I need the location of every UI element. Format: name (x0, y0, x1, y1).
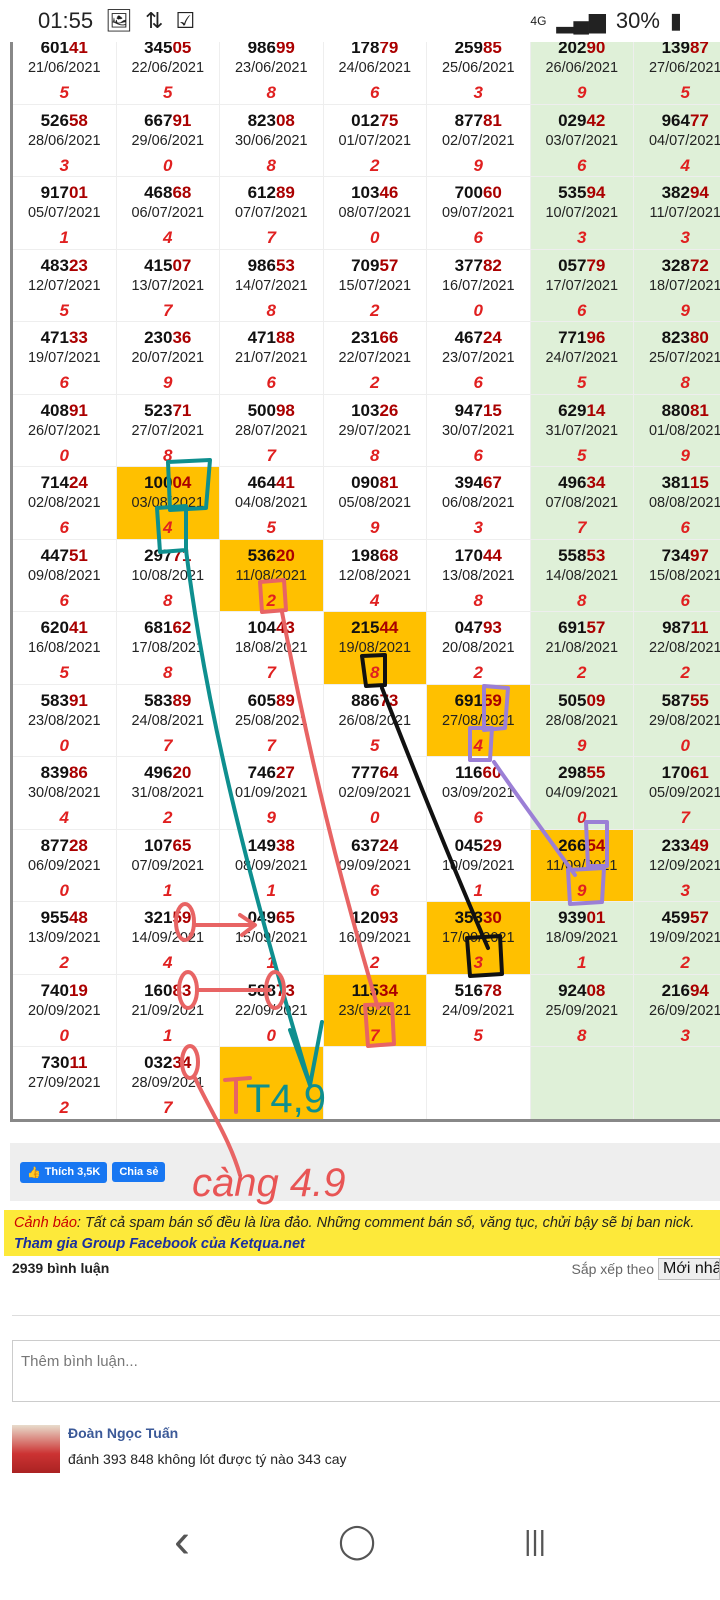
recents-icon[interactable]: ||| (524, 1525, 546, 1557)
battery-level: 30% (615, 8, 660, 33)
signal-icon: ▂▄▆ (556, 8, 606, 33)
network-label: 4G (530, 14, 547, 28)
black-annotation (360, 653, 504, 978)
prediction-annotation: T4,9 (246, 1077, 326, 1121)
navigation-bar: ‹ ◯ ||| (0, 1482, 720, 1600)
checkbox-icon: ☑ (175, 8, 196, 33)
battery-icon: ▮ (669, 8, 682, 33)
back-icon[interactable]: ‹ (174, 1514, 190, 1569)
hand-annotations: T4,9 càng 4.9 (155, 458, 609, 1205)
note-annotation: càng 4.9 (192, 1161, 345, 1205)
home-icon[interactable]: ◯ (338, 1521, 376, 1561)
clock: 01:55 (38, 8, 94, 33)
purple-annotation (468, 684, 609, 906)
transfer-icon: ⇅ (145, 8, 164, 33)
gallery-icon: 🖼 (105, 8, 133, 33)
status-bar: 01:55 🖼 ⇅ ☑ 4G ▂▄▆ 30% ▮ (0, 0, 720, 42)
